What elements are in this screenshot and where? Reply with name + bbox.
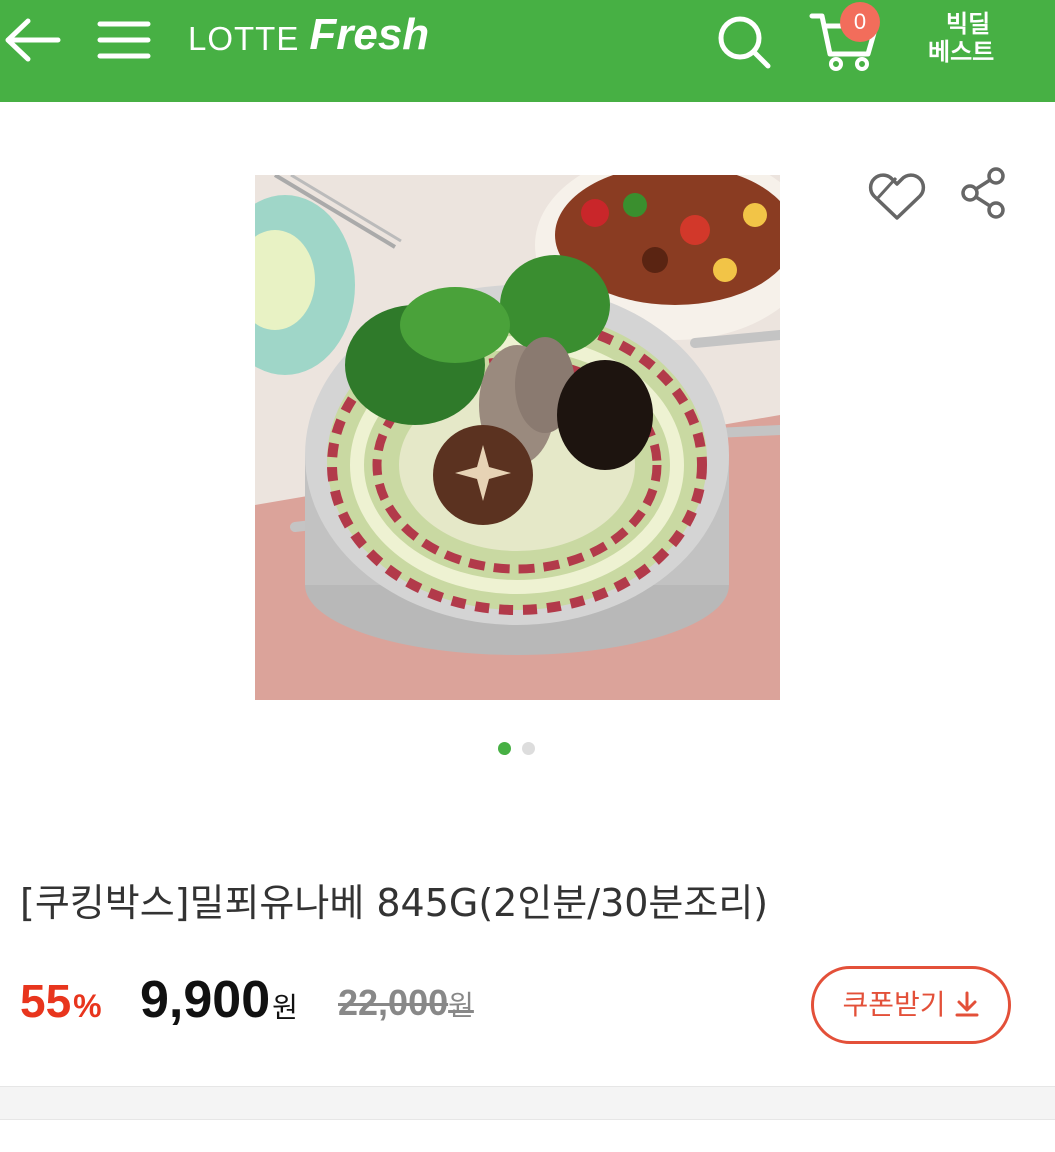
search-icon — [718, 16, 771, 69]
product-photo-illustration — [255, 175, 780, 700]
bigdeal-label: 빅딜 — [946, 10, 991, 38]
original-price-unit: 원 — [448, 989, 474, 1022]
search-button[interactable] — [712, 8, 776, 72]
sale-price-value: 9,900 — [140, 971, 271, 1029]
product-image[interactable] — [255, 175, 780, 700]
share-icon — [961, 167, 1005, 219]
cart-count-badge: 0 — [840, 2, 880, 42]
carousel-dot-active[interactable] — [498, 742, 511, 755]
lotte-fresh-logo[interactable]: LOTTE Fresh — [188, 10, 429, 66]
product-title: [쿠킹박스]밀푀유나베 845G(2인분/30분조리) — [20, 881, 769, 925]
back-button[interactable] — [0, 12, 68, 68]
wishlist-heart-icon — [868, 173, 926, 220]
menu-button[interactable] — [92, 12, 156, 68]
coupon-button-label: 쿠폰받기 — [842, 988, 946, 1021]
bigdeal-best-link[interactable]: 빅딜 베스트 — [928, 10, 1038, 66]
logo-lotte-text: LOTTE — [188, 20, 300, 57]
top-navigation-bar: LOTTE Fresh 0 빅딜 베스트 — [0, 0, 1055, 102]
download-arrow-icon — [955, 991, 979, 1017]
discount-percent-symbol: % — [73, 988, 102, 1024]
get-coupon-button[interactable]: 쿠폰받기 — [811, 966, 1011, 1044]
section-divider — [0, 1086, 1055, 1120]
carousel-dot[interactable] — [522, 742, 535, 755]
discount-value: 55 — [20, 975, 72, 1027]
wishlist-button[interactable] — [866, 170, 928, 222]
best-label: 베스트 — [928, 38, 995, 66]
sale-price-unit: 원 — [272, 991, 298, 1024]
original-price-value: 22,000 — [338, 982, 449, 1023]
sale-price: 9,900원 — [140, 970, 298, 1030]
original-price: 22,000원 — [338, 982, 474, 1024]
hamburger-menu-icon — [97, 21, 151, 59]
back-arrow-icon — [5, 18, 61, 62]
discount-rate: 55% — [20, 974, 102, 1028]
share-button[interactable] — [958, 166, 1012, 220]
logo-fresh-text: Fresh — [309, 10, 430, 59]
